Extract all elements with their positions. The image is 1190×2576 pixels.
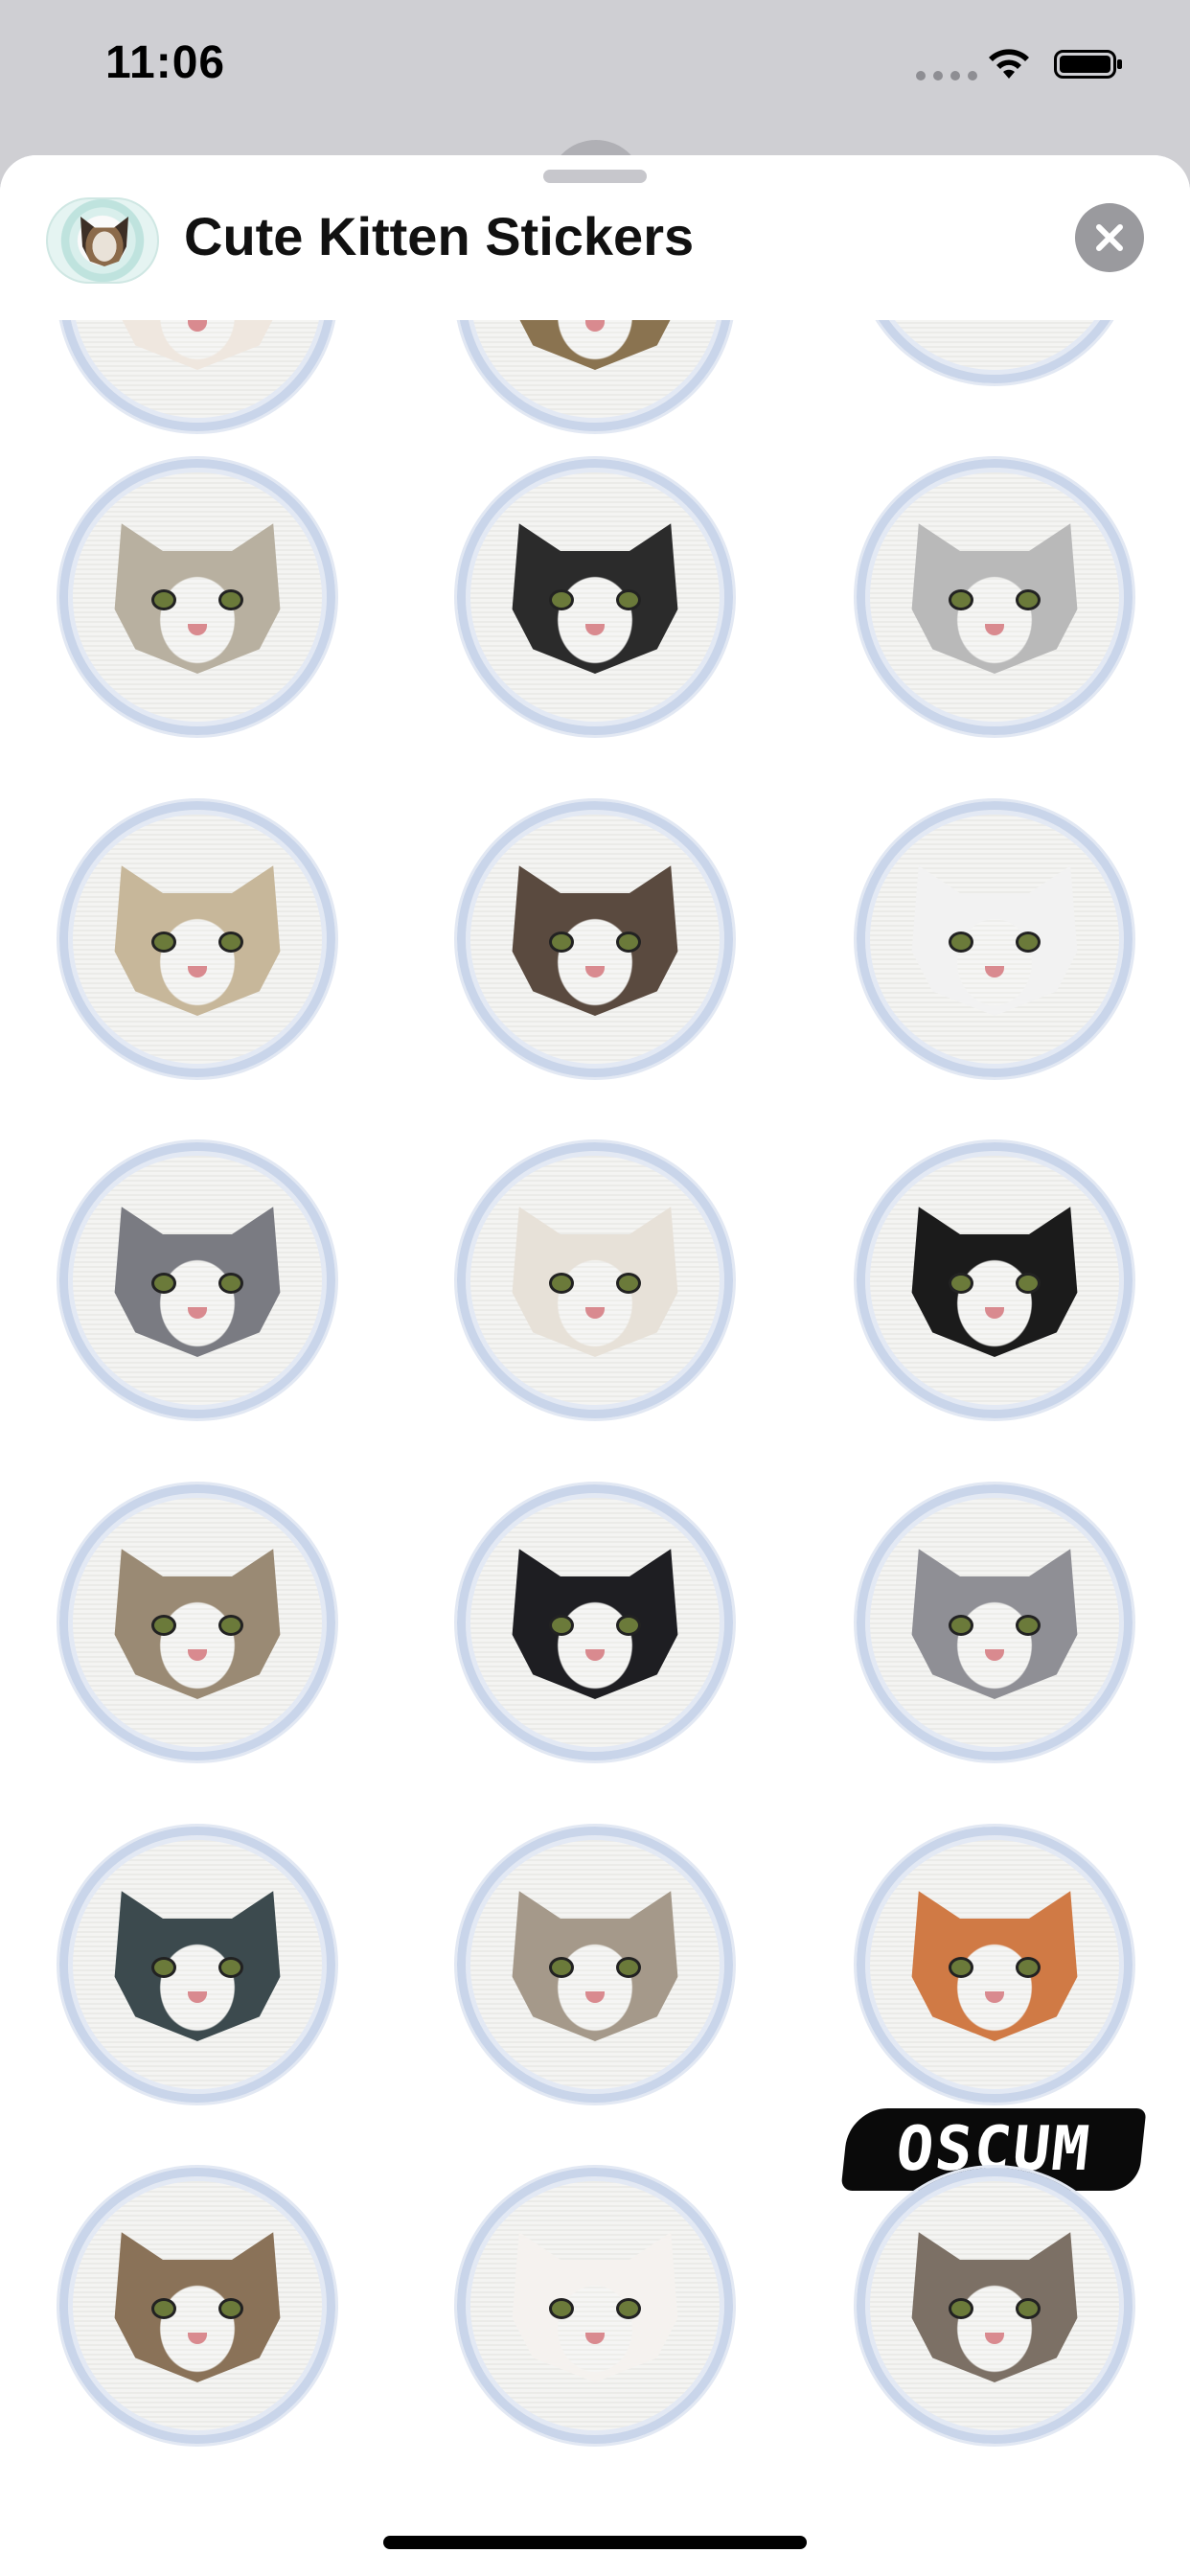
kitten-eye: [949, 1615, 973, 1636]
kitten-eye: [1016, 1615, 1041, 1636]
kitten-eye: [1016, 2298, 1041, 2319]
sticker-sheet: Cute Kitten Stickers OSCUM: [0, 155, 1190, 2576]
kitten-eye: [151, 1273, 176, 1294]
kitten-nose: [188, 1307, 207, 1319]
sticker-13[interactable]: [59, 1827, 335, 2103]
home-indicator: [383, 2536, 807, 2549]
kitten-eye: [1016, 932, 1041, 953]
sheet-header: Cute Kitten Stickers: [0, 155, 1190, 320]
kitten-eye: [151, 1615, 176, 1636]
kitten-nose: [985, 966, 1004, 978]
kitten-nose: [188, 1991, 207, 2003]
sticker-grid: [0, 155, 1190, 2576]
kitten-eye: [616, 932, 641, 953]
sticker-15[interactable]: [857, 1827, 1133, 2103]
kitten-nose: [985, 1649, 1004, 1661]
sticker-9[interactable]: [857, 1142, 1133, 1418]
kitten-eye: [949, 589, 973, 610]
kitten-eye: [151, 2298, 176, 2319]
kitten-eye: [218, 1615, 243, 1636]
kitten-nose: [585, 624, 605, 635]
kitten-eye: [549, 2298, 574, 2319]
cellular-signal-icon: [916, 71, 977, 80]
sticker-10[interactable]: [59, 1484, 335, 1760]
sticker-17[interactable]: [457, 2168, 733, 2444]
kitten-eye: [151, 1957, 176, 1978]
kitten-eye: [949, 1957, 973, 1978]
kitten-eye: [218, 932, 243, 953]
sticker-8[interactable]: [457, 1142, 733, 1418]
kitten-nose: [188, 320, 207, 332]
kitten-eye: [549, 589, 574, 610]
kitten-eye: [616, 1273, 641, 1294]
kitten-eye: [1016, 589, 1041, 610]
kitten-nose: [585, 1649, 605, 1661]
sticker-2[interactable]: [457, 459, 733, 735]
kitten-nose: [985, 2333, 1004, 2344]
sticker-16[interactable]: [59, 2168, 335, 2444]
kitten-nose: [985, 624, 1004, 635]
kitten-eye: [616, 1615, 641, 1636]
kitten-eye: [949, 2298, 973, 2319]
sticker-3[interactable]: [857, 459, 1133, 735]
sticker-12[interactable]: [857, 1484, 1133, 1760]
sticker-7[interactable]: [59, 1142, 335, 1418]
sticker-11[interactable]: [457, 1484, 733, 1760]
status-bar: 11:06: [0, 0, 1190, 144]
sticker-1[interactable]: [59, 459, 335, 735]
kitten-nose: [188, 1649, 207, 1661]
kitten-eye: [218, 1957, 243, 1978]
kitten-eye: [218, 1273, 243, 1294]
sticker-pack-icon: [46, 197, 159, 284]
kitten-eye: [218, 2298, 243, 2319]
wifi-icon: [989, 49, 1029, 79]
kitten-eye: [151, 932, 176, 953]
kitten-eye: [151, 589, 176, 610]
kitten-nose: [585, 966, 605, 978]
kitten-eye: [616, 2298, 641, 2319]
kitten-thumbnail: [80, 217, 128, 266]
kitten-eye: [1016, 1957, 1041, 1978]
kitten-nose: [585, 2333, 605, 2344]
kitten-nose: [188, 624, 207, 635]
kitten-eye: [218, 589, 243, 610]
kitten-nose: [985, 1991, 1004, 2003]
sheet-grabber[interactable]: [543, 170, 647, 183]
kitten-eye: [949, 932, 973, 953]
sheet-title: Cute Kitten Stickers: [184, 206, 695, 266]
kitten-eye: [616, 1957, 641, 1978]
kitten-nose: [585, 320, 605, 332]
sticker-18[interactable]: [857, 2168, 1133, 2444]
close-button[interactable]: [1075, 203, 1144, 272]
kitten-nose: [585, 1991, 605, 2003]
kitten-nose: [985, 1307, 1004, 1319]
sticker-6[interactable]: [857, 801, 1133, 1077]
kitten-nose: [188, 2333, 207, 2344]
sticker-5[interactable]: [457, 801, 733, 1077]
kitten-eye: [616, 589, 641, 610]
close-icon: [1096, 224, 1123, 251]
kitten-eye: [549, 1615, 574, 1636]
sticker-4[interactable]: [59, 801, 335, 1077]
kitten-eye: [549, 932, 574, 953]
kitten-nose: [585, 1307, 605, 1319]
kitten-eye: [949, 1273, 973, 1294]
kitten-nose: [188, 966, 207, 978]
sticker-14[interactable]: [457, 1827, 733, 2103]
kitten-eye: [549, 1957, 574, 1978]
kitten-eye: [1016, 1273, 1041, 1294]
battery-icon: [1054, 50, 1122, 79]
status-time: 11:06: [105, 37, 226, 88]
kitten-eye: [549, 1273, 574, 1294]
